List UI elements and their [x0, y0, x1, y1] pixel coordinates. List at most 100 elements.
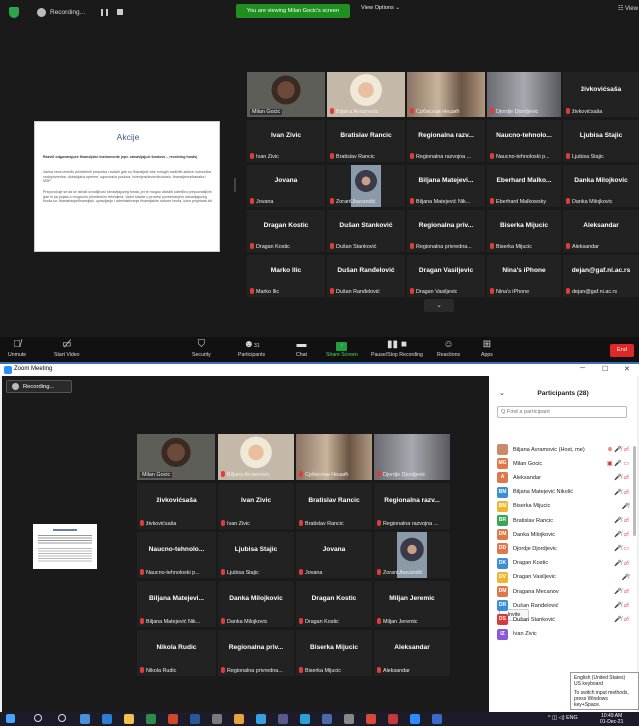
search-icon[interactable] [34, 714, 42, 722]
video-tile[interactable]: Biljana Avramovic [327, 72, 405, 117]
participant-status-icons[interactable]: 🎤̸ ▭̸ [614, 517, 629, 524]
participant-status-icons[interactable]: 🎤̸ ▭̸ [614, 588, 629, 595]
start-icon[interactable] [6, 714, 15, 723]
word-icon[interactable] [190, 714, 200, 724]
chrome-icon[interactable] [366, 714, 376, 724]
name-tile[interactable]: Nina's iPhone Nina's iPhone [487, 255, 561, 297]
name-tile[interactable]: Aleksandar Aleksandar [374, 630, 450, 676]
view-button[interactable]: ☷ View [618, 5, 638, 12]
name-tile[interactable]: živkovićsaša živkovićsaša [563, 72, 639, 117]
name-tile[interactable]: Biljana Matejevi... Biljana Matejević Nik… [137, 581, 216, 627]
video-tile[interactable]: Milan Gocic [247, 72, 325, 117]
participant-row[interactable]: DR Dušan Ranđelović 🎤̸ ▭̸ [497, 598, 629, 613]
name-tile[interactable]: Regionalna razv... Regionalna razvojna ..… [374, 483, 450, 529]
video-tile[interactable]: Србислав Нешић [296, 434, 372, 480]
start-video-button[interactable]: ▭̸ Start Video [54, 338, 80, 358]
zoom-icon[interactable] [410, 714, 420, 724]
close-button[interactable]: ✕ [624, 365, 630, 373]
clock[interactable]: 10:49 AM 01-Dec-21 [600, 713, 623, 725]
participant-row[interactable]: DD Djordje Djordjevic 🎤̸ ▭ [497, 541, 629, 556]
participant-status-icons[interactable]: ▣ 🎤 ▭ [607, 460, 629, 467]
name-tile[interactable]: Bratislav Rancic Bratislav Rancic [327, 120, 405, 162]
participant-row[interactable]: Biljana Avramovic (Host, me) ⊗ 🎤̸ ▭̸ [497, 442, 629, 457]
participant-status-icons[interactable]: ⊗ 🎤̸ ▭̸ [607, 446, 629, 453]
video-tile[interactable]: Biljana Avramovic [218, 434, 294, 480]
participant-status-icons[interactable]: 🎤̸ ▭̸ [614, 474, 629, 481]
name-tile[interactable]: Marko Ilic Marko Ilic [247, 255, 325, 297]
name-tile[interactable]: Dušan Ranđelović Dušan Ranđelović [327, 255, 405, 297]
name-tile[interactable]: Dušan Stanković Dušan Stanković [327, 210, 405, 252]
name-tile[interactable]: Biserka Mijucic Biserka Mijucic [487, 210, 561, 252]
participant-row[interactable]: BR Bratislav Rancic 🎤̸ ▭̸ [497, 513, 629, 528]
name-tile[interactable]: Ivan Zivic Ivan Zivic [218, 483, 294, 529]
shared-screen-thumbnail[interactable] [33, 524, 97, 569]
participant-row[interactable]: DK Dragan Kostic 🎤̸ ▭̸ [497, 556, 629, 571]
task-view-icon[interactable] [80, 714, 90, 724]
participant-status-icons[interactable]: 🎤̸ [622, 574, 629, 581]
participant-row[interactable]: DV Dragan Vasiljevic 🎤̸ [497, 570, 629, 585]
name-tile[interactable]: Naucno-tehnolo... Naucno-tehnoloski p... [137, 532, 216, 578]
name-tile[interactable]: Dragan Kostic Dragan Kostic [247, 210, 325, 252]
name-tile[interactable]: Aleksandar Aleksandar [563, 210, 639, 252]
edge-icon[interactable] [102, 714, 112, 724]
participants-button[interactable]: ☻31 Participants [238, 338, 265, 358]
participant-status-icons[interactable]: 🎤̸ ▭ [614, 545, 629, 552]
split-divider[interactable] [234, 178, 236, 192]
name-tile[interactable]: Eberhard Malko... Eberhard Malkowsky [487, 165, 561, 207]
name-tile[interactable]: Miljan Jeremic Miljan Jeremic [374, 581, 450, 627]
name-tile[interactable]: Dragan Vasiljevic Dragan Vasiljevic [407, 255, 485, 297]
name-tile[interactable]: Biljana Matejevi... Biljana Matejević Nik… [407, 165, 485, 207]
unmute-button[interactable]: 🎙̸ Unmute [8, 338, 26, 358]
pause-stop-recording-button[interactable]: ▮▮ ■ Pause/Stop Recording [371, 338, 423, 358]
participant-status-icons[interactable]: 🎤̸ ▭̸ [614, 489, 629, 496]
participant-status-icons[interactable]: 🎤̸ [622, 503, 629, 510]
app-icon[interactable] [212, 714, 222, 724]
security-button[interactable]: ⛉ Security [192, 338, 211, 358]
name-tile[interactable]: Biserka Mijucic Biserka Mijucic [296, 630, 372, 676]
skype-icon[interactable] [300, 714, 310, 724]
acrobat-icon[interactable] [388, 714, 398, 724]
name-tile[interactable]: Ljubisa Stajic Ljubisa Stajic [218, 532, 294, 578]
participant-status-icons[interactable]: 🎤̸ ▭̸ [614, 602, 629, 609]
participant-row[interactable]: DM Dragana Mecanov 🎤̸ ▭̸ [497, 584, 629, 599]
view-options-button[interactable]: View Options ⌄ [361, 5, 400, 11]
video-tile[interactable]: Djordje Djordjevic [374, 434, 450, 480]
maximize-button[interactable]: ☐ [602, 365, 608, 373]
name-tile[interactable]: Danka Milojkovic Danka Milojkovic [563, 165, 639, 207]
participant-row[interactable]: BM Biljana Matejević Nikolić 🎤̸ ▭̸ [497, 485, 629, 500]
participant-status-icons[interactable]: 🎤̸ ▭̸ [614, 616, 629, 623]
powerpoint-icon[interactable] [168, 714, 178, 724]
video-tile[interactable]: Србислав Нешић [407, 72, 485, 117]
reactions-button[interactable]: ☺ Reactions [437, 338, 460, 358]
minimize-button[interactable]: ─ [580, 365, 585, 372]
app-icon[interactable] [234, 714, 244, 724]
name-tile[interactable]: Nikola Rudic Nikola Rudic [137, 630, 216, 676]
apps-button[interactable]: ⊞ Apps [481, 338, 493, 358]
name-tile[interactable]: živkovićsaša živkovićsaša [137, 483, 216, 529]
name-tile[interactable]: Ivan Zivic Ivan Zivic [247, 120, 325, 162]
participant-status-icons[interactable]: 🎤̸ ▭̸ [614, 531, 629, 538]
name-tile[interactable]: Regionalna priv... Regionalna privredna..… [218, 630, 294, 676]
video-tile[interactable]: Milan Gocic [137, 434, 215, 480]
stop-recording-icon[interactable] [117, 9, 124, 15]
name-tile[interactable]: Naucno-tehnolo... Naucno-tehnoloski p... [487, 120, 561, 162]
name-tile[interactable]: Jovana Jovana [247, 165, 325, 207]
name-tile[interactable]: Danka Milojkovic Danka Milojkovic [218, 581, 294, 627]
name-tile[interactable]: dejan@gaf.ni.ac.rs dejan@gaf.ni.ac.rs [563, 255, 639, 297]
show-more-chevron-icon[interactable]: ⌄ [424, 299, 454, 312]
pause-recording-icon[interactable] [101, 8, 109, 16]
end-meeting-button[interactable]: End [610, 344, 634, 357]
name-tile[interactable]: ZoranUbavandić [327, 165, 405, 207]
name-tile[interactable]: Regionalna razv... Regionalna razvojna ..… [407, 120, 485, 162]
name-tile[interactable]: Bratislav Rancic Bratislav Rancic [296, 483, 372, 529]
file-explorer-icon[interactable] [124, 714, 134, 724]
settings-icon[interactable] [344, 714, 354, 724]
excel-icon[interactable] [146, 714, 156, 724]
system-tray[interactable]: ^ ◫ ◁) ENG [548, 715, 578, 721]
participant-status-icons[interactable]: 🎤̸ ▭̸ [614, 560, 629, 567]
participant-row[interactable]: DS Dušan Stanković 🎤̸ ▭̸ [497, 612, 629, 627]
find-participant-input[interactable]: Q Find a participant [497, 406, 627, 418]
participant-row[interactable]: BM Biserka Mijucic 🎤̸ [497, 499, 629, 514]
chat-button[interactable]: ▬ Chat [296, 338, 307, 358]
app-icon[interactable] [278, 714, 288, 724]
